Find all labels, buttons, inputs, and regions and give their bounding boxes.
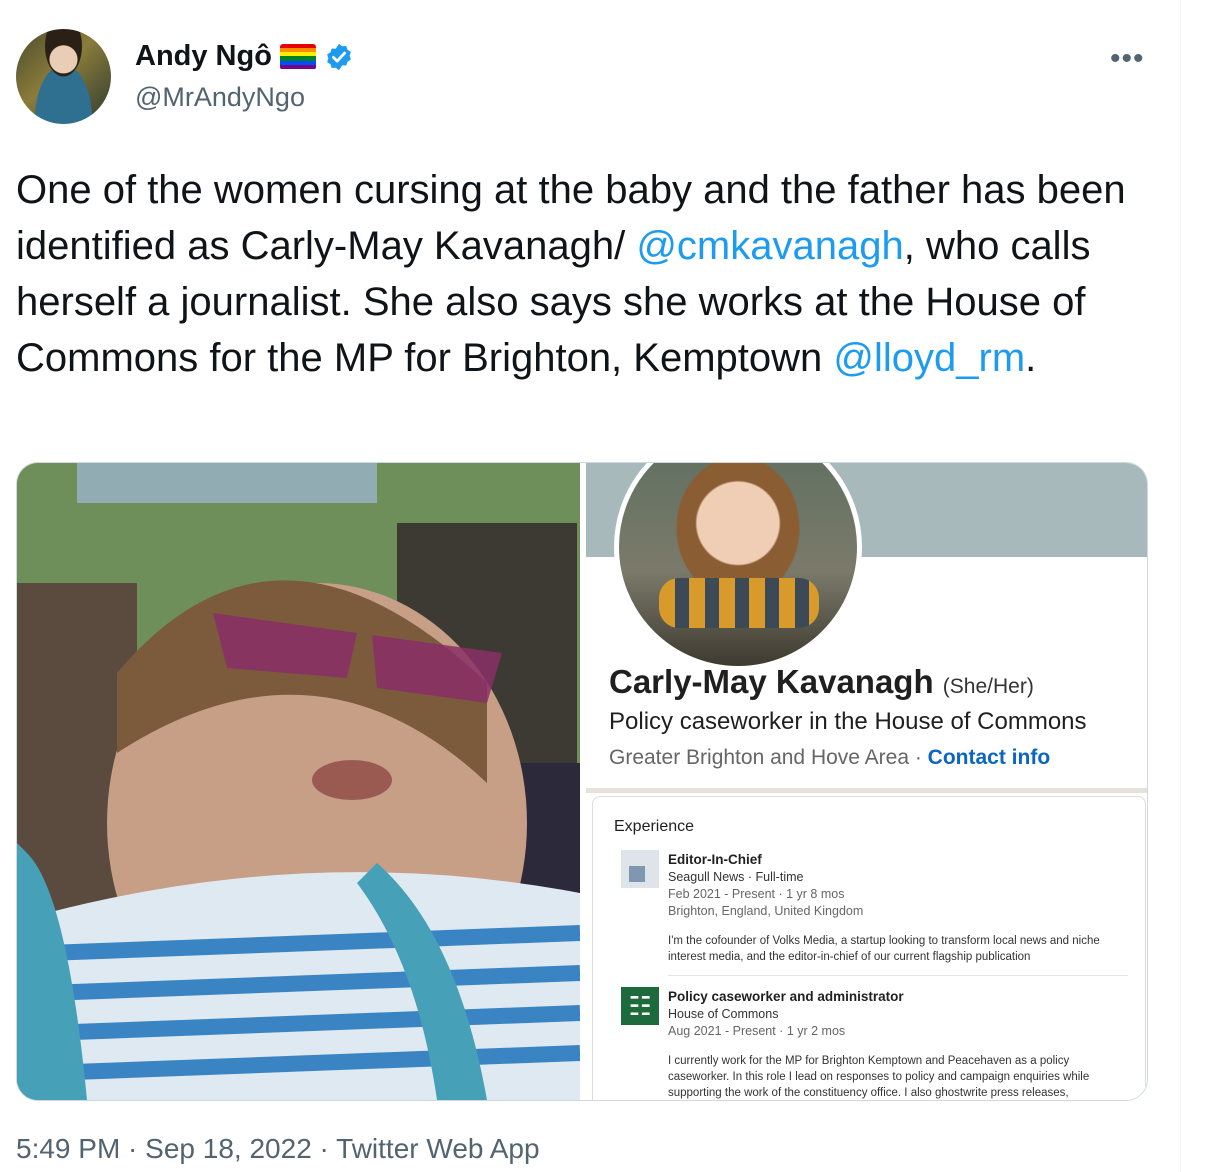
profile-location: Greater Brighton and Hove Area · Contact…	[609, 746, 1050, 770]
tweet-source[interactable]: Twitter Web App	[336, 1133, 539, 1164]
profile-location-text: Greater Brighton and Hove Area ·	[609, 746, 928, 769]
scarf-shape	[659, 578, 819, 628]
author-handle[interactable]: @MrAndyNgo	[135, 82, 305, 113]
job-description: I'm the cofounder of Volks Media, a star…	[668, 935, 1100, 963]
tweet-time[interactable]: 5:49 PM	[16, 1133, 120, 1164]
job-entry: Editor-In-Chief Seagull News · Full-time…	[668, 851, 863, 920]
tweet-text: One of the women cursing at the baby and…	[16, 162, 1166, 386]
author-name-row[interactable]: Andy Ngô	[135, 40, 354, 73]
contact-info-link: Contact info	[927, 746, 1051, 769]
experience-title: Experience	[614, 818, 695, 835]
tweet-media[interactable]: Carly-May Kavanagh (She/Her) Policy case…	[16, 462, 1148, 1101]
profile-name: Carly-May Kavanagh (She/Her)	[609, 663, 1034, 701]
verified-badge-icon	[327, 43, 351, 70]
company-logo	[621, 850, 659, 888]
job-description: I currently work for the MP for Brighton…	[668, 1055, 1090, 1099]
photo-protester[interactable]	[17, 463, 580, 1100]
job-dates: Aug 2021 - Present · 1 yr 2 mos	[668, 1024, 846, 1038]
job-role: Editor-In-Chief	[668, 852, 762, 867]
profile-pronouns: (She/Her)	[942, 675, 1034, 698]
job-place: Brighton, England, United Kingdom	[668, 904, 864, 918]
more-options-icon[interactable]: •••	[1110, 42, 1145, 76]
tweet-date[interactable]: Sep 18, 2022	[145, 1133, 312, 1164]
tweet-text-part: .	[1025, 336, 1037, 380]
job-separator	[668, 975, 1128, 976]
tweet-timestamp[interactable]: 5:49 PM · Sep 18, 2022 · Twitter Web App	[16, 1133, 540, 1165]
column-border	[1180, 0, 1181, 1172]
section-separator	[586, 788, 1147, 793]
job-company: House of Commons	[668, 1007, 779, 1021]
profile-photo	[614, 463, 862, 671]
portcullis-logo-icon: ☷	[621, 987, 659, 1025]
mention-link[interactable]: @lloyd_rm	[833, 336, 1025, 380]
job-company: Seagull News · Full-time	[668, 870, 804, 884]
job-dates: Feb 2021 - Present · 1 yr 8 mos	[668, 887, 845, 901]
profile-name-text: Carly-May Kavanagh	[609, 663, 934, 700]
separator: ·	[311, 1133, 337, 1164]
protester-photo-illustration	[17, 463, 580, 1100]
rainbow-flag-icon	[279, 43, 316, 70]
mention-link[interactable]: @cmkavanagh	[636, 224, 903, 268]
linkedin-profile-screenshot[interactable]: Carly-May Kavanagh (She/Her) Policy case…	[586, 463, 1147, 1100]
separator: ·	[120, 1133, 146, 1164]
author-display-name[interactable]: Andy Ngô	[135, 40, 272, 73]
job-entry: Policy caseworker and administrator Hous…	[668, 988, 904, 1040]
profile-headline: Policy caseworker in the House of Common…	[609, 708, 1087, 735]
job-role: Policy caseworker and administrator	[668, 989, 904, 1004]
author-avatar[interactable]	[16, 29, 111, 124]
